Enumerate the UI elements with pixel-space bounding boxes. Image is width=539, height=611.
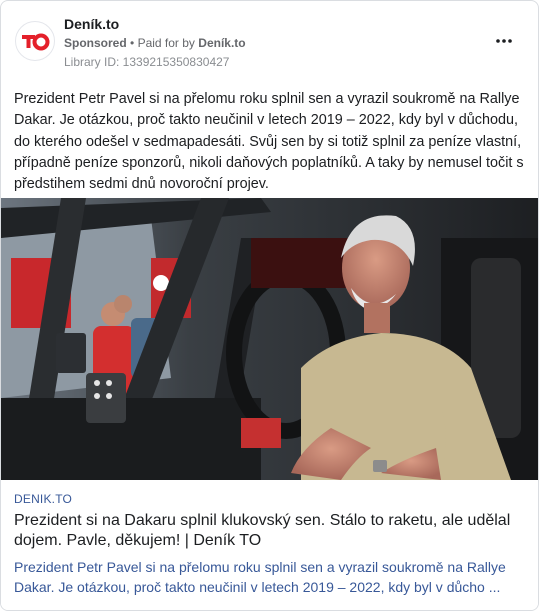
post-header: Deník.to Sponsored • Paid for by Deník.t… [13,11,526,71]
paid-for-by-name[interactable]: Deník.to [198,36,245,50]
link-description: Prezident Petr Pavel si na přelomu roku … [14,559,506,595]
link-preview[interactable]: DENIK.TO Prezident si na Dakaru splnil k… [1,480,538,610]
sponsored-label: Sponsored [64,36,127,50]
page-name[interactable]: Deník.to [64,16,119,32]
more-horizontal-icon [496,39,512,43]
rally-car-cockpit-photo [1,198,538,480]
link-title[interactable]: Prezident si na Dakaru splnil klukovský … [14,511,527,551]
deník-to-logo-icon [19,25,51,57]
post-photo[interactable] [1,198,538,480]
post-body-text: Prezident Petr Pavel si na přelomu roku … [14,91,524,193]
library-id: Library ID: 1339215350830427 [64,55,230,69]
separator-dot: • [130,36,135,50]
sponsored-line: Sponsored • Paid for by Deník.to [64,36,246,50]
more-options-button[interactable] [492,31,516,51]
paid-for-by-label: Paid for by [137,36,195,50]
ad-card: Deník.to Sponsored • Paid for by Deník.t… [0,0,539,611]
link-domain: DENIK.TO [14,492,73,506]
page-avatar[interactable] [15,21,55,61]
